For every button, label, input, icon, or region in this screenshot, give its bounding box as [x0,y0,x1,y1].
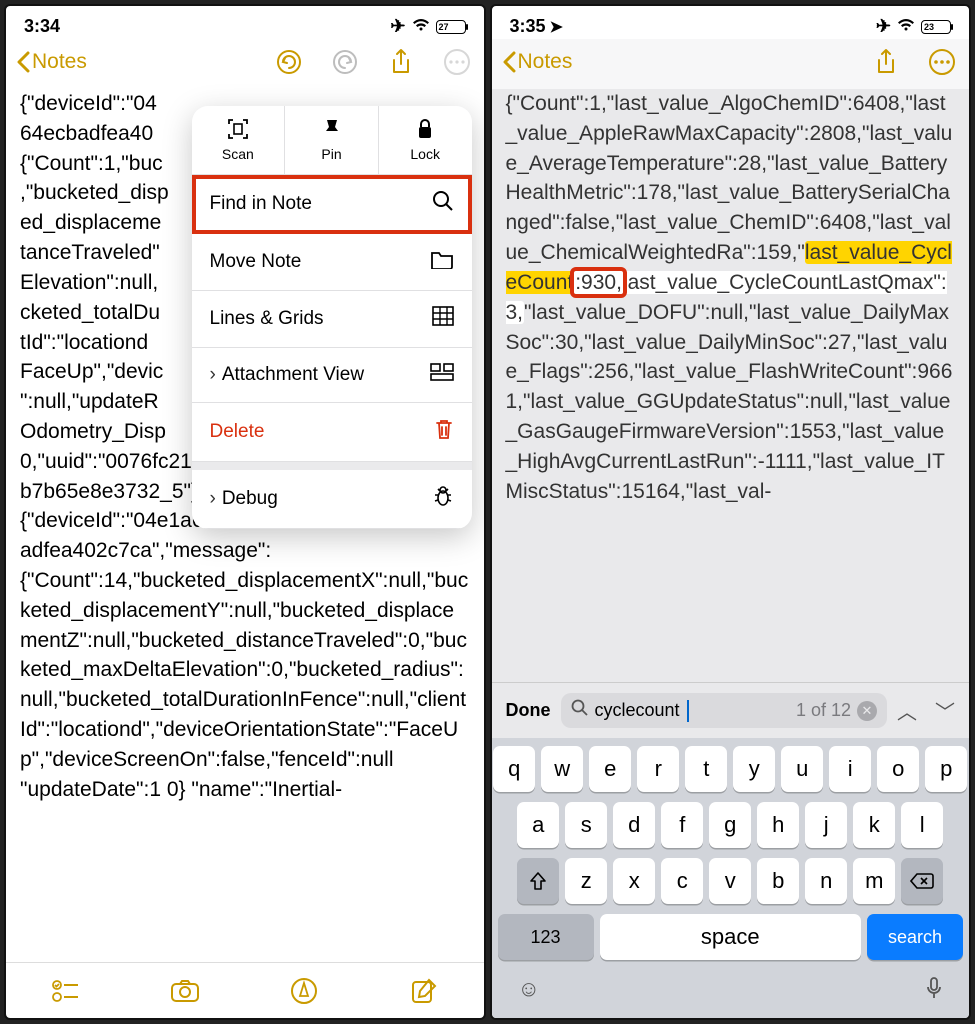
keyboard-row-3: zxcvbnm [498,858,964,904]
key-d[interactable]: d [613,802,655,848]
checklist-icon[interactable] [49,974,83,1008]
key-y[interactable]: y [733,746,775,792]
key-p[interactable]: p [925,746,967,792]
clear-search-button[interactable]: ✕ [857,701,877,721]
shift-key[interactable] [517,858,559,904]
keyboard: qwertyuiop asdfghjkl zxcvbnm 123 space s… [492,738,970,1018]
share-button[interactable] [869,45,903,79]
battery-icon: 23 [921,20,951,34]
status-bar: 3:35➤ ✈ 23 [492,6,970,39]
trash-icon [434,418,454,446]
airplane-icon: ✈ [876,16,891,37]
key-r[interactable]: r [637,746,679,792]
chevron-right-icon: › [210,364,216,385]
search-icon [432,190,454,218]
key-i[interactable]: i [829,746,871,792]
key-e[interactable]: e [589,746,631,792]
redo-button[interactable] [328,45,362,79]
cycle-count-value: :930, [574,271,623,294]
key-n[interactable]: n [805,858,847,904]
compose-icon[interactable] [407,974,441,1008]
key-x[interactable]: x [613,858,655,904]
move-note-row[interactable]: Move Note [192,234,472,291]
keyboard-row-1: qwertyuiop [498,746,964,792]
key-z[interactable]: z [565,858,607,904]
key-s[interactable]: s [565,802,607,848]
more-button[interactable] [440,45,474,79]
key-b[interactable]: b [757,858,799,904]
search-icon [571,699,589,722]
share-button[interactable] [384,45,418,79]
find-bar: Done cyclecount 1 of 12 ✕ ︿ ﹀ [492,682,970,738]
status-icons: ✈ 27 [390,16,465,37]
phone-left: 3:34 ✈ 27 Notes { [4,4,486,1020]
attachment-icon [430,363,454,387]
match-count: 1 of 12 [796,700,851,721]
key-k[interactable]: k [853,802,895,848]
find-in-note-row[interactable]: Find in Note [192,175,472,234]
key-v[interactable]: v [709,858,751,904]
bug-icon [432,485,454,513]
lines-grids-row[interactable]: Lines & Grids [192,291,472,348]
key-j[interactable]: j [805,802,847,848]
lock-button[interactable]: Lock [379,106,472,174]
folder-icon [430,249,454,275]
key-q[interactable]: q [493,746,535,792]
back-label: Notes [518,50,573,74]
next-match-button[interactable]: ﹀ [935,696,955,725]
key-a[interactable]: a [517,802,559,848]
bottom-toolbar [6,962,484,1018]
clock: 3:34 [24,16,60,37]
camera-icon[interactable] [168,974,202,1008]
backspace-key[interactable] [901,858,943,904]
key-o[interactable]: o [877,746,919,792]
key-w[interactable]: w [541,746,583,792]
delete-row[interactable]: Delete [192,403,472,462]
key-t[interactable]: t [685,746,727,792]
status-icons: ✈ 23 [876,16,951,37]
done-button[interactable]: Done [506,700,551,721]
space-key[interactable]: space [600,914,862,960]
key-f[interactable]: f [661,802,703,848]
nav-bar: Notes [492,39,970,89]
key-g[interactable]: g [709,802,751,848]
search-key[interactable]: search [867,914,963,960]
nav-bar: Notes [6,39,484,89]
wifi-icon [412,16,430,37]
key-u[interactable]: u [781,746,823,792]
grid-icon [432,306,454,332]
dictation-key[interactable] [925,976,943,1006]
key-c[interactable]: c [661,858,703,904]
back-label: Notes [32,50,87,74]
status-bar: 3:34 ✈ 27 [6,6,484,39]
attachment-view-row[interactable]: ›Attachment View [192,348,472,403]
search-field[interactable]: cyclecount 1 of 12 ✕ [561,693,888,728]
airplane-icon: ✈ [390,16,405,37]
context-menu: Scan Pin Lock Find in Note Move Note [192,106,472,529]
emoji-key[interactable]: ☺ [518,976,540,1006]
pin-button[interactable]: Pin [285,106,379,174]
chevron-right-icon: › [210,488,216,509]
back-button[interactable]: Notes [16,50,87,74]
battery-icon: 27 [436,20,466,34]
key-h[interactable]: h [757,802,799,848]
more-button[interactable] [925,45,959,79]
undo-button[interactable] [272,45,306,79]
location-icon: ➤ [550,19,563,36]
note-content[interactable]: {"Count":1,"last_value_AlgoChemID":6408,… [492,89,970,682]
prev-match-button[interactable]: ︿ [897,696,917,725]
scan-button[interactable]: Scan [192,106,286,174]
wifi-icon [897,16,915,37]
keyboard-row-2: asdfghjkl [498,802,964,848]
clock: 3:35➤ [510,16,563,37]
markup-icon[interactable] [287,974,321,1008]
search-query: cyclecount [595,700,680,721]
numeric-key[interactable]: 123 [498,914,594,960]
key-m[interactable]: m [853,858,895,904]
debug-row[interactable]: ›Debug [192,470,472,529]
back-button[interactable]: Notes [502,50,573,74]
key-l[interactable]: l [901,802,943,848]
phone-right: 3:35➤ ✈ 23 Notes {"Count":1,"last_value_… [490,4,972,1020]
